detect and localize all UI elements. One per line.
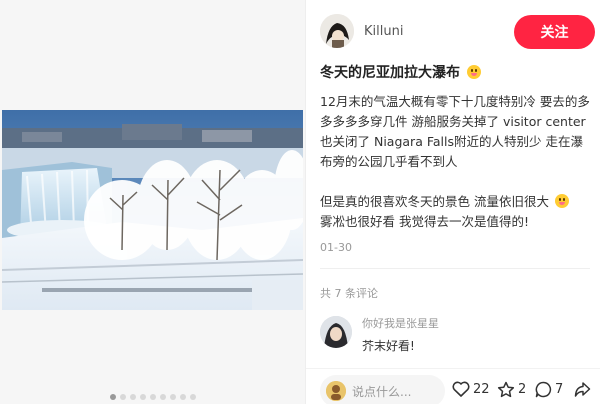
carousel-dot[interactable] [119,394,126,400]
post-title: 冬天的尼亚加拉大瀑布 [320,63,590,83]
post-date: 01-30 [320,241,352,254]
share-button[interactable] [574,381,591,398]
star-icon [497,381,515,398]
comment-count-short: 7 [555,382,564,397]
post-title-text: 冬天的尼亚加拉大瀑布 [320,65,460,81]
carousel-dot[interactable] [149,394,156,400]
collect-count: 2 [518,382,527,397]
comment-input[interactable]: 说点什么... [320,375,445,404]
post-photo[interactable] [2,110,303,310]
media-panel [0,0,305,404]
comment-item: 你好我是张星星 芥末好看! [320,316,439,354]
carousel-dot[interactable] [179,394,186,400]
carousel-dot[interactable] [159,394,166,400]
share-icon [574,382,591,397]
comment-text: 芥末好看! [362,339,415,353]
commenter-avatar[interactable] [320,316,352,348]
post-body: 12月末的气温大概有零下十几度特别冷 要去的多多多多多穿几件 游船服务关掉了 v… [320,92,595,232]
carousel-dot[interactable] [139,394,146,400]
commenter-name[interactable]: 你好我是张星星 [362,316,439,332]
post-detail-panel: Killuni 关注 冬天的尼亚加拉大瀑布 12月末的气温大概有零下十几度特别冷… [305,0,600,404]
collect-button[interactable]: 2 [497,381,526,398]
comment-icon [535,381,552,398]
carousel-dot[interactable] [109,394,116,400]
author-info[interactable]: Killuni [320,14,403,48]
author-avatar[interactable] [320,14,354,48]
interaction-bar: 说点什么... 22 2 7 [306,368,600,404]
carousel-dot[interactable] [189,394,196,400]
post-paragraph: 12月末的气温大概有零下十几度特别冷 要去的多多多多多穿几件 游船服务关掉了 v… [320,94,590,169]
carousel-dot[interactable] [169,394,176,400]
smile-emoji-icon [466,65,481,79]
like-button[interactable]: 22 [452,381,490,397]
comment-count: 共 7 条评论 [320,287,378,300]
comment-button[interactable]: 7 [535,381,563,398]
carousel-dots [0,394,305,400]
post-paragraph: 雾凇也很好看 我觉得去一次是值得的! [320,214,529,229]
author-name[interactable]: Killuni [364,24,403,39]
post-paragraph: 但是真的很喜欢冬天的景色 流量依旧很大 [320,194,549,209]
comment-input-placeholder: 说点什么... [352,384,412,399]
follow-button[interactable]: 关注 [514,15,595,49]
carousel-dot[interactable] [129,394,136,400]
my-avatar [326,381,346,401]
heart-icon [452,381,470,397]
smile-emoji-icon [554,194,569,208]
like-count: 22 [473,381,490,397]
divider [320,268,590,269]
niagara-winter-photo [2,110,303,310]
